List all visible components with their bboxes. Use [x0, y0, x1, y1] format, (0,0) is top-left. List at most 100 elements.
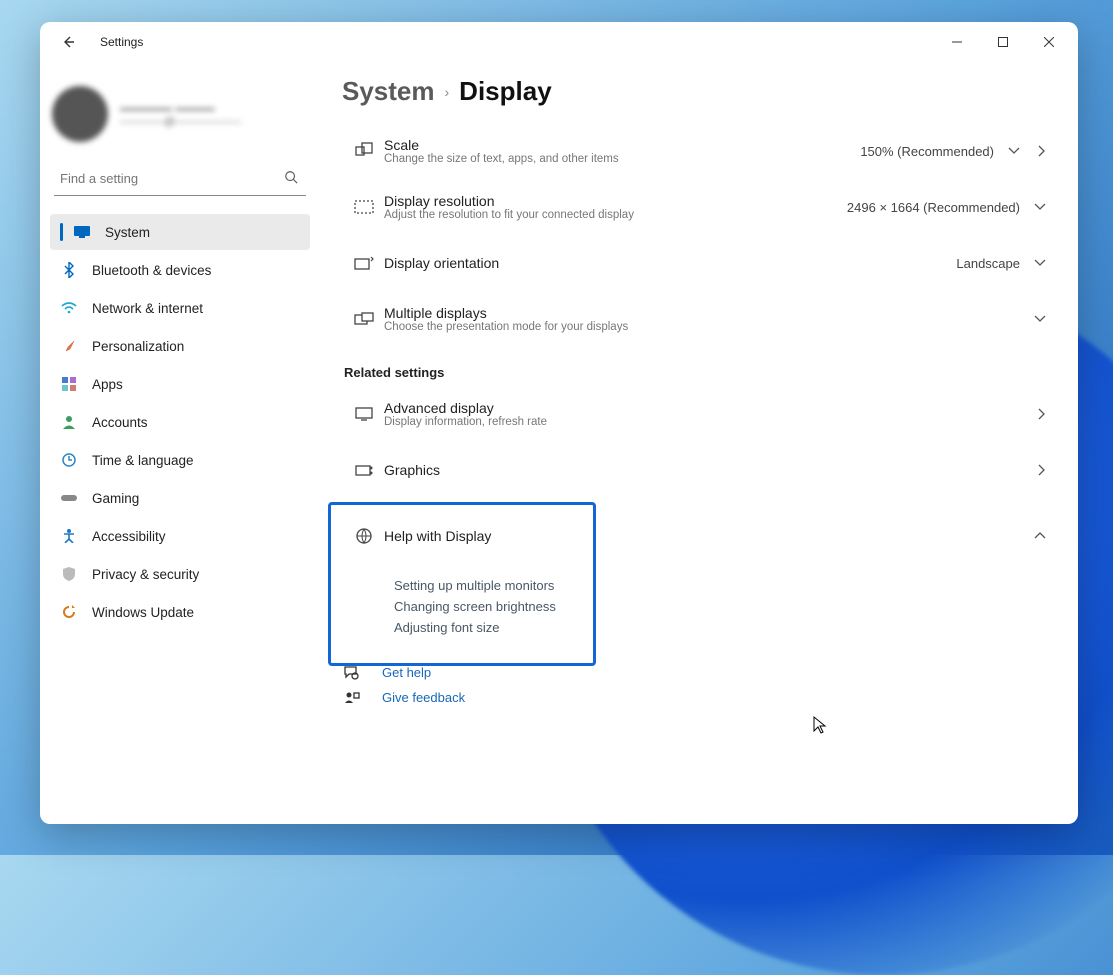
breadcrumb-parent[interactable]: System [342, 76, 435, 107]
active-marker [60, 223, 63, 241]
scale-value: 150% (Recommended) [860, 144, 994, 159]
sidebar-item-accounts[interactable]: Accounts [50, 404, 310, 440]
chevron-right-icon[interactable] [1034, 141, 1050, 161]
sidebar-item-personalization[interactable]: Personalization [50, 328, 310, 364]
close-button[interactable] [1026, 26, 1072, 58]
sidebar-item-label: Gaming [92, 491, 139, 506]
help-link-brightness[interactable]: Changing screen brightness [394, 599, 1056, 614]
apps-icon [60, 375, 78, 393]
chevron-up-icon[interactable] [1030, 528, 1050, 544]
row-advanced-display[interactable]: Advanced display Display information, re… [342, 386, 1056, 442]
sidebar-item-accessibility[interactable]: Accessibility [50, 518, 310, 554]
row-title: Help with Display [384, 528, 1030, 544]
page-title: Display [459, 76, 552, 107]
row-resolution[interactable]: Display resolution Adjust the resolution… [342, 179, 1056, 235]
row-title: Graphics [384, 462, 1034, 478]
multiple-displays-icon [344, 312, 384, 326]
row-title: Multiple displays [384, 305, 1030, 321]
sidebar-item-label: Network & internet [92, 301, 203, 316]
search-input[interactable] [54, 162, 306, 196]
orientation-value: Landscape [956, 256, 1020, 271]
feedback-link[interactable]: Give feedback [344, 690, 1056, 705]
sidebar: ———— ——— ————@—————— System Bluetoo [40, 62, 320, 824]
scale-icon [344, 142, 384, 160]
sidebar-item-label: Apps [92, 377, 123, 392]
sidebar-item-label: Bluetooth & devices [92, 263, 211, 278]
arrow-left-icon [60, 34, 76, 50]
breadcrumb: System › Display [342, 76, 1056, 107]
row-multiple-displays[interactable]: Multiple displays Choose the presentatio… [342, 291, 1056, 347]
help-link-fontsize[interactable]: Adjusting font size [394, 620, 1056, 635]
user-name: ———— ——— [120, 101, 241, 116]
resolution-value: 2496 × 1664 (Recommended) [847, 200, 1020, 215]
row-title: Scale [384, 137, 860, 153]
row-orientation[interactable]: Display orientation Landscape [342, 235, 1056, 291]
titlebar: Settings [40, 22, 1078, 62]
sidebar-item-label: Accounts [92, 415, 148, 430]
brush-icon [60, 337, 78, 355]
graphics-icon [344, 463, 384, 477]
row-graphics[interactable]: Graphics [342, 442, 1056, 498]
chevron-right-icon [1034, 460, 1050, 480]
back-button[interactable] [52, 26, 84, 58]
row-scale[interactable]: Scale Change the size of text, apps, and… [342, 123, 1056, 179]
chevron-down-icon[interactable] [1030, 311, 1050, 327]
resolution-icon [344, 200, 384, 214]
maximize-button[interactable] [980, 26, 1026, 58]
sidebar-item-gaming[interactable]: Gaming [50, 480, 310, 516]
mouse-cursor [812, 715, 828, 735]
row-subtitle: Display information, refresh rate [384, 416, 1034, 428]
sidebar-item-label: System [105, 225, 150, 240]
related-heading: Related settings [344, 365, 1056, 380]
user-email: ————@—————— [120, 116, 241, 128]
sidebar-item-bluetooth[interactable]: Bluetooth & devices [50, 252, 310, 288]
feedback-icon [344, 691, 364, 705]
orientation-icon [344, 256, 384, 270]
row-subtitle: Change the size of text, apps, and other… [384, 153, 860, 165]
chevron-down-icon[interactable] [1004, 143, 1024, 159]
get-help-link[interactable]: Get help [344, 665, 1056, 680]
globe-clock-icon [60, 451, 78, 469]
chevron-right-icon: › [445, 84, 450, 100]
sidebar-item-label: Personalization [92, 339, 184, 354]
row-subtitle: Choose the presentation mode for your di… [384, 321, 1030, 333]
get-help-label: Get help [382, 665, 431, 680]
wifi-icon [60, 299, 78, 317]
person-icon [60, 413, 78, 431]
nav: System Bluetooth & devices Network & int… [50, 214, 310, 630]
globe-help-icon [344, 528, 384, 544]
user-profile[interactable]: ———— ——— ————@—————— [50, 78, 310, 160]
chevron-down-icon[interactable] [1030, 255, 1050, 271]
sidebar-item-label: Windows Update [92, 605, 194, 620]
accessibility-icon [60, 527, 78, 545]
gamepad-icon [60, 489, 78, 507]
main-content: System › Display Scale Change the size o… [320, 62, 1078, 824]
display-icon [344, 407, 384, 421]
row-title: Display orientation [384, 255, 956, 271]
sidebar-item-label: Time & language [92, 453, 194, 468]
chevron-right-icon [1034, 404, 1050, 424]
sidebar-item-privacy[interactable]: Privacy & security [50, 556, 310, 592]
settings-window: Settings ———— ——— ————@—————— [40, 22, 1078, 824]
sidebar-item-system[interactable]: System [50, 214, 310, 250]
avatar [52, 86, 108, 142]
sidebar-item-network[interactable]: Network & internet [50, 290, 310, 326]
feedback-label: Give feedback [382, 690, 465, 705]
shield-icon [60, 565, 78, 583]
row-subtitle: Adjust the resolution to fit your connec… [384, 209, 847, 221]
sidebar-item-apps[interactable]: Apps [50, 366, 310, 402]
sidebar-item-label: Privacy & security [92, 567, 199, 582]
help-link-monitors[interactable]: Setting up multiple monitors [394, 578, 1056, 593]
row-title: Display resolution [384, 193, 847, 209]
sidebar-item-time[interactable]: Time & language [50, 442, 310, 478]
bluetooth-icon [60, 261, 78, 279]
sidebar-item-label: Accessibility [92, 529, 166, 544]
monitor-icon [73, 223, 91, 241]
sidebar-item-update[interactable]: Windows Update [50, 594, 310, 630]
app-title: Settings [100, 35, 143, 49]
help-chat-icon [344, 666, 364, 680]
minimize-button[interactable] [934, 26, 980, 58]
row-help-display[interactable]: Help with Display [342, 508, 1056, 564]
chevron-down-icon[interactable] [1030, 199, 1050, 215]
row-title: Advanced display [384, 400, 1034, 416]
